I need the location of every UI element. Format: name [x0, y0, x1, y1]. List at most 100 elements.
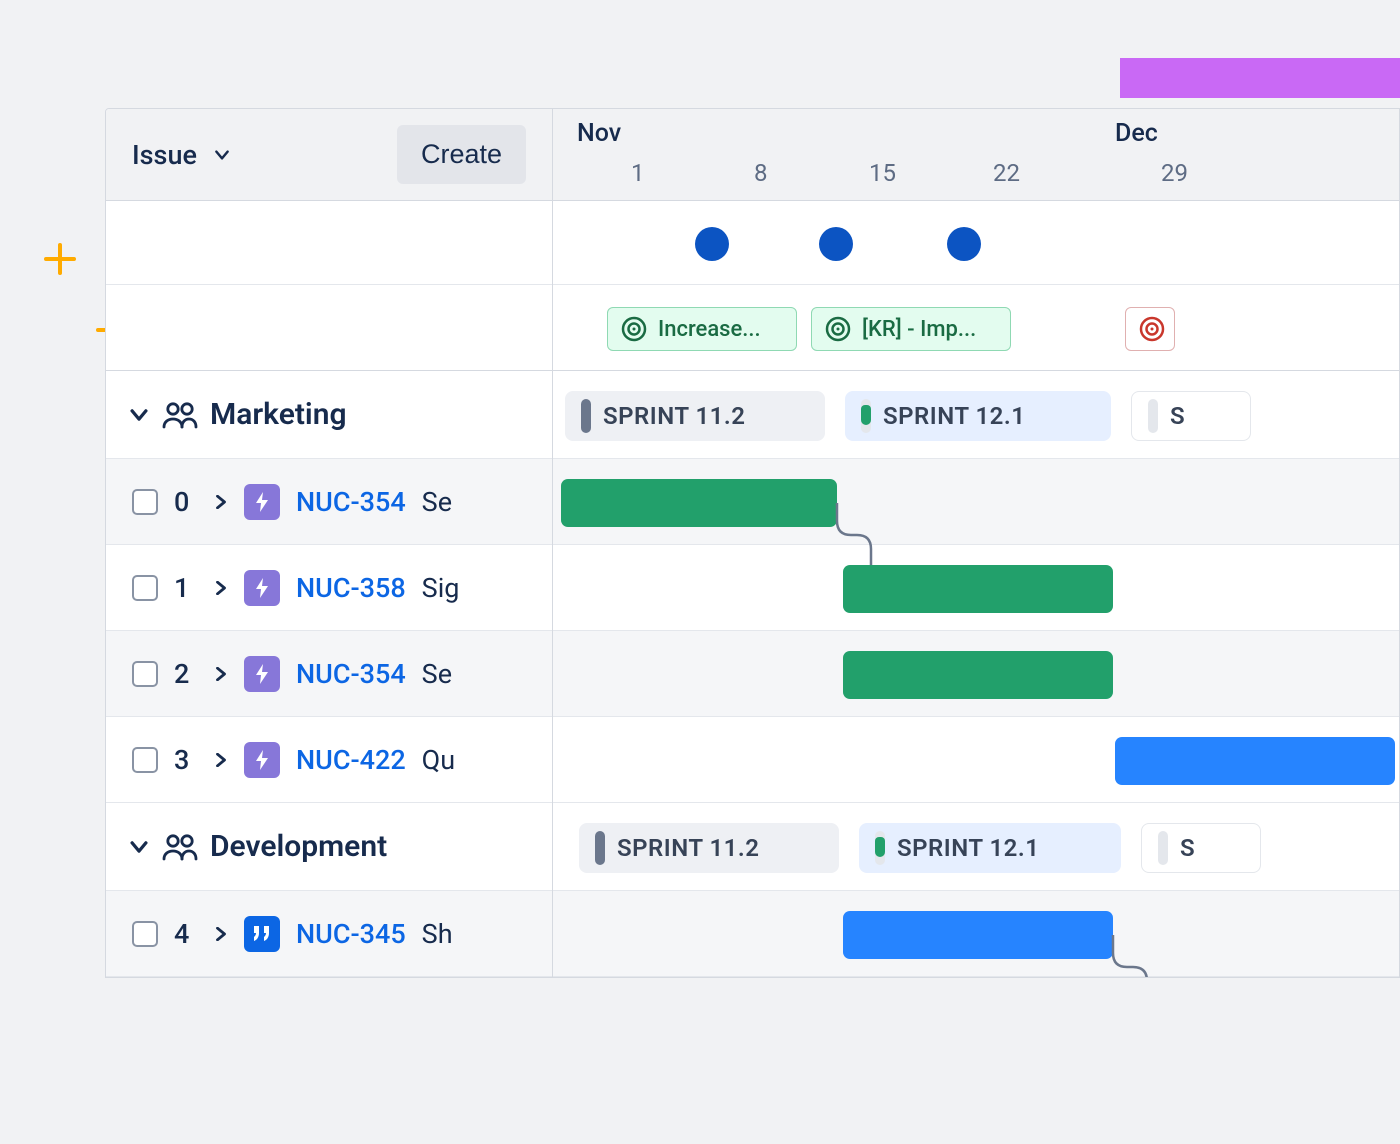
sprint-pill[interactable]: SPRINT 12.1	[845, 391, 1111, 441]
issue-key[interactable]: NUC-358	[296, 572, 406, 604]
group-header[interactable]: Marketing	[106, 371, 552, 459]
issue-title: Sig	[422, 572, 460, 604]
sprint-pill[interactable]: S	[1131, 391, 1251, 441]
issue-row[interactable]: 3 NUC-422 Qu	[106, 717, 552, 803]
goal-label: Increase...	[658, 317, 761, 342]
chevron-down-icon[interactable]	[128, 836, 150, 858]
day-label: 22	[993, 159, 1020, 187]
sprint-label: S	[1180, 834, 1195, 862]
schedule-bar[interactable]	[843, 565, 1113, 613]
day-label: 8	[754, 159, 768, 187]
chevron-right-icon[interactable]	[214, 581, 228, 595]
issue-row[interactable]: 1 NUC-358 Sig	[106, 545, 552, 631]
issue-title: Se	[422, 658, 452, 690]
goal-pill[interactable]: [KR] - Imp...	[811, 307, 1011, 351]
goals-spacer	[106, 285, 552, 371]
chevron-down-icon	[213, 146, 231, 164]
timeline-row[interactable]	[553, 717, 1399, 803]
issue-title: Sh	[422, 918, 453, 950]
sprint-lane: SPRINT 11.2 SPRINT 12.1 S	[553, 803, 1399, 891]
target-icon	[824, 315, 852, 343]
sprint-pill[interactable]: S	[1141, 823, 1261, 873]
issue-rank: 2	[174, 658, 198, 690]
issue-key[interactable]: NUC-422	[296, 744, 406, 776]
sprint-pill[interactable]: SPRINT 12.1	[859, 823, 1121, 873]
release-marker[interactable]	[947, 227, 981, 261]
bolt-icon	[253, 491, 271, 513]
dependency-connector	[1111, 935, 1151, 978]
bolt-icon	[253, 663, 271, 685]
target-icon	[620, 315, 648, 343]
timeline-column[interactable]: Increase...[KR] - Imp... SPRINT 11.2SPRI…	[553, 201, 1399, 977]
chevron-right-icon[interactable]	[214, 667, 228, 681]
target-icon	[1138, 315, 1166, 343]
timeline-row[interactable]	[553, 891, 1399, 977]
issue-key[interactable]: NUC-345	[296, 918, 406, 950]
issue-checkbox[interactable]	[132, 661, 158, 687]
issue-type-badge	[244, 742, 280, 778]
sprint-pill[interactable]: SPRINT 11.2	[565, 391, 825, 441]
issue-rank: 4	[174, 918, 198, 950]
sprint-lane: SPRINT 11.2 SPRINT 12.1 S	[553, 371, 1399, 459]
roadmap-panel: Issue Create NovDec18152229 Marketing 0 …	[105, 108, 1400, 978]
issue-checkbox[interactable]	[132, 575, 158, 601]
create-button[interactable]: Create	[397, 125, 526, 184]
sprint-label: SPRINT 11.2	[603, 402, 745, 430]
group-name: Development	[210, 829, 387, 864]
day-label: 29	[1161, 159, 1188, 187]
roadmap-header: Issue Create NovDec18152229	[106, 109, 1399, 201]
issue-key[interactable]: NUC-354	[296, 486, 406, 518]
issue-rank: 0	[174, 486, 198, 518]
sprint-label: SPRINT 12.1	[883, 402, 1025, 430]
chevron-right-icon[interactable]	[214, 927, 228, 941]
goals-lane: Increase... [KR] - Imp...	[553, 285, 1399, 371]
release-marker[interactable]	[819, 227, 853, 261]
chevron-right-icon[interactable]	[214, 753, 228, 767]
timeline-header: NovDec18152229	[553, 109, 1399, 200]
month-label: Dec	[1115, 119, 1158, 148]
release-marker[interactable]	[695, 227, 729, 261]
sprint-label: SPRINT 12.1	[897, 834, 1039, 862]
goal-label: [KR] - Imp...	[862, 317, 976, 342]
issue-title: Qu	[422, 744, 455, 776]
goal-pill[interactable]	[1125, 307, 1175, 351]
roadmap-body: Marketing 0 NUC-354 Se 1 NUC-358 Sig 2 N…	[106, 201, 1399, 977]
issue-type-dropdown[interactable]: Issue	[132, 139, 231, 171]
issue-type-badge	[244, 916, 280, 952]
issue-type-badge	[244, 570, 280, 606]
issue-checkbox[interactable]	[132, 921, 158, 947]
bolt-icon	[253, 749, 271, 771]
schedule-bar[interactable]	[843, 651, 1113, 699]
schedule-bar[interactable]	[561, 479, 837, 527]
releases-lane	[553, 201, 1399, 285]
issue-rank: 3	[174, 744, 198, 776]
schedule-bar[interactable]	[843, 911, 1113, 959]
goal-pill[interactable]: Increase...	[607, 307, 797, 351]
day-label: 1	[631, 159, 645, 187]
team-icon	[162, 833, 198, 861]
timeline-row[interactable]	[553, 545, 1399, 631]
group-name: Marketing	[210, 397, 347, 432]
bolt-icon	[253, 577, 271, 599]
issue-checkbox[interactable]	[132, 489, 158, 515]
group-header[interactable]: Development	[106, 803, 552, 891]
issue-key[interactable]: NUC-354	[296, 658, 406, 690]
issue-type-badge	[244, 656, 280, 692]
issue-column: Marketing 0 NUC-354 Se 1 NUC-358 Sig 2 N…	[106, 201, 553, 977]
issue-row[interactable]: 4 NUC-345 Sh	[106, 891, 552, 977]
issue-row[interactable]: 0 NUC-354 Se	[106, 459, 552, 545]
sprint-label: SPRINT 11.2	[617, 834, 759, 862]
timeline-row[interactable]	[553, 631, 1399, 717]
sprint-label: S	[1170, 402, 1185, 430]
chevron-down-icon[interactable]	[128, 404, 150, 426]
releases-spacer	[106, 201, 552, 285]
issue-rank: 1	[174, 572, 198, 604]
sprint-pill[interactable]: SPRINT 11.2	[579, 823, 839, 873]
schedule-bar[interactable]	[1115, 737, 1395, 785]
issue-row[interactable]: 2 NUC-354 Se	[106, 631, 552, 717]
chevron-right-icon[interactable]	[214, 495, 228, 509]
month-label: Nov	[577, 119, 621, 148]
issue-checkbox[interactable]	[132, 747, 158, 773]
team-icon	[162, 401, 198, 429]
timeline-row[interactable]	[553, 459, 1399, 545]
